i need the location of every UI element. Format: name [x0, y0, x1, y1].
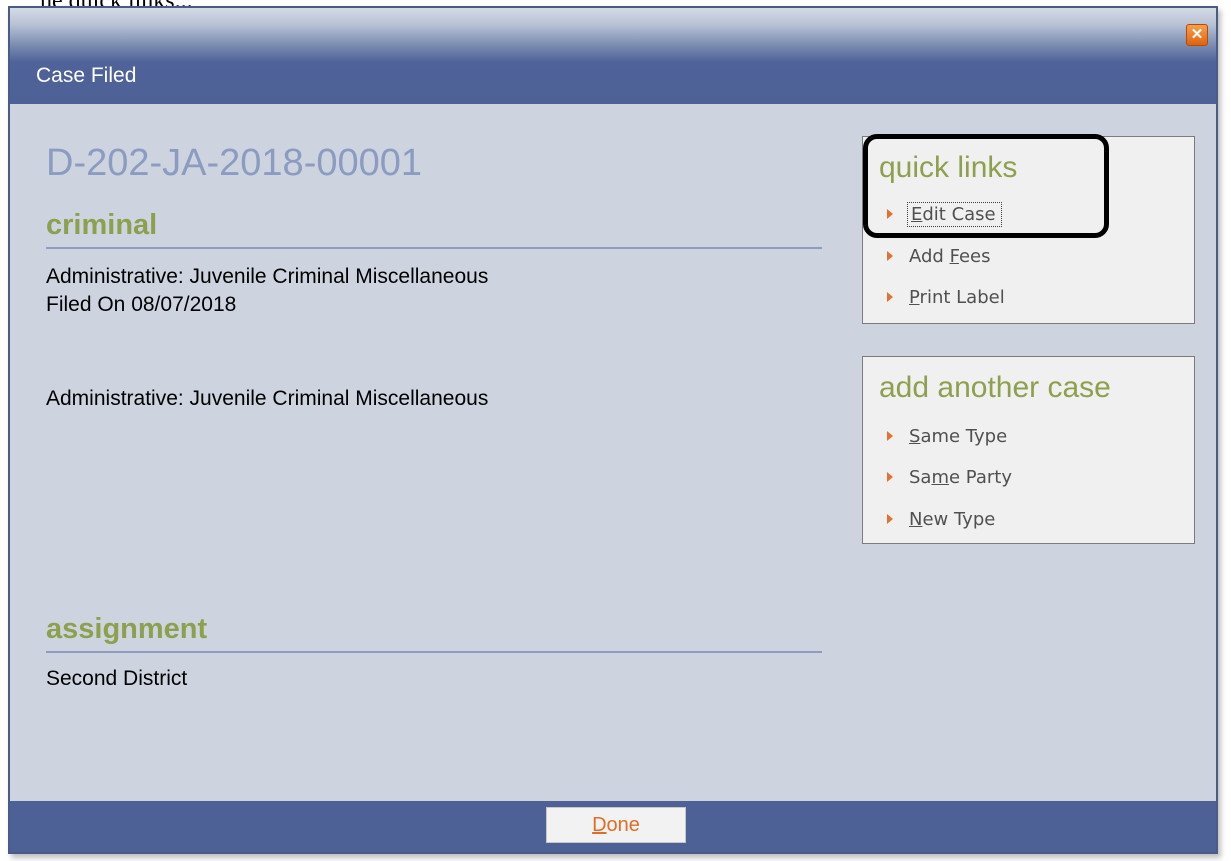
- add-another-case-panel: add another case Same Type Same Party Ne…: [862, 356, 1195, 544]
- add-fees-label: Add Fees: [909, 245, 991, 267]
- assignment-value: Second District: [46, 667, 188, 690]
- same-party-label: Same Party: [909, 466, 1012, 488]
- dialog-title-bar[interactable]: Case Filed ✕: [10, 8, 1216, 104]
- same-type-link[interactable]: Same Type: [887, 423, 1007, 449]
- done-button[interactable]: Done: [546, 807, 686, 843]
- same-type-label: Same Type: [909, 425, 1008, 447]
- criminal-section-heading: criminal: [46, 208, 822, 249]
- case-type-repeat-text: Administrative: Juvenile Criminal Miscel…: [46, 387, 489, 410]
- case-number: D-202-JA-2018-00001: [46, 142, 423, 184]
- add-another-case-title: add another case: [879, 371, 1111, 404]
- close-icon[interactable]: ✕: [1186, 24, 1208, 46]
- arrow-right-icon: [887, 251, 893, 261]
- arrow-right-icon: [887, 431, 893, 441]
- new-type-label: New Type: [909, 508, 996, 530]
- arrow-right-icon: [887, 472, 893, 482]
- dialog-title: Case Filed: [36, 64, 137, 87]
- case-type-text: Administrative: Juvenile Criminal Miscel…: [46, 265, 489, 288]
- assignment-section-heading: assignment: [46, 612, 822, 653]
- same-party-link[interactable]: Same Party: [887, 464, 1012, 490]
- add-fees-link[interactable]: Add Fees: [887, 243, 990, 269]
- new-type-link[interactable]: New Type: [887, 506, 995, 532]
- print-label-label: Print Label: [909, 286, 1005, 308]
- print-label-link[interactable]: Print Label: [887, 284, 1005, 310]
- highlight-annotation-box: [863, 134, 1109, 238]
- filed-on-text: Filed On 08/07/2018: [46, 293, 237, 316]
- arrow-right-icon: [887, 514, 893, 524]
- dialog-footer: Done: [10, 801, 1216, 852]
- arrow-right-icon: [887, 292, 893, 302]
